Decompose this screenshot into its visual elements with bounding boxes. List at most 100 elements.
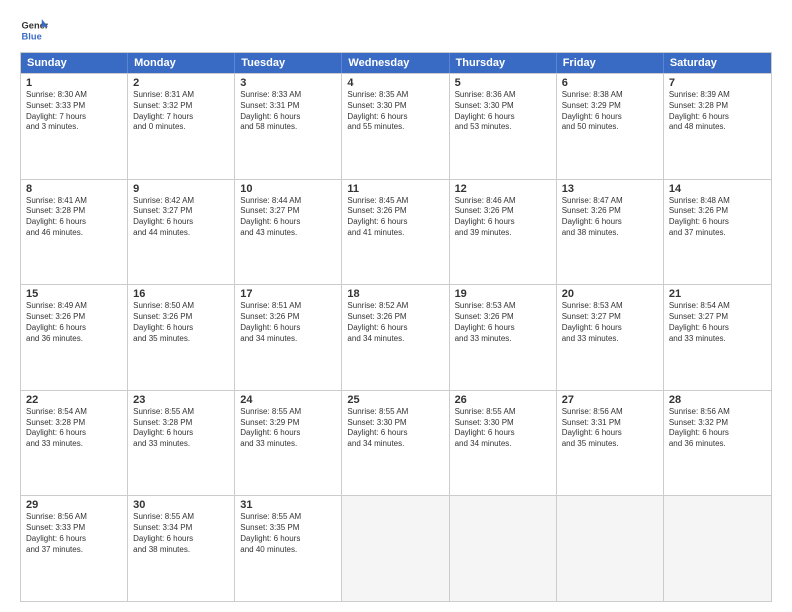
calendar-cell: 31Sunrise: 8:55 AMSunset: 3:35 PMDayligh…	[235, 496, 342, 601]
cell-line: and 37 minutes.	[26, 545, 122, 556]
cell-line: Sunrise: 8:55 AM	[455, 407, 551, 418]
cell-line: Daylight: 6 hours	[133, 323, 229, 334]
cell-line: Daylight: 6 hours	[26, 217, 122, 228]
header-day-friday: Friday	[557, 53, 664, 73]
day-number: 7	[669, 77, 766, 89]
cell-line: and 36 minutes.	[669, 439, 766, 450]
cell-line: and 40 minutes.	[240, 545, 336, 556]
cell-line: Daylight: 6 hours	[669, 217, 766, 228]
day-number: 23	[133, 394, 229, 406]
cell-line: Sunrise: 8:48 AM	[669, 196, 766, 207]
cell-line: Sunset: 3:28 PM	[133, 418, 229, 429]
calendar-cell: 30Sunrise: 8:55 AMSunset: 3:34 PMDayligh…	[128, 496, 235, 601]
header-day-saturday: Saturday	[664, 53, 771, 73]
cell-line: Sunset: 3:35 PM	[240, 523, 336, 534]
calendar-cell: 20Sunrise: 8:53 AMSunset: 3:27 PMDayligh…	[557, 285, 664, 390]
day-number: 27	[562, 394, 658, 406]
cell-line: Sunrise: 8:50 AM	[133, 301, 229, 312]
cell-line: Sunset: 3:32 PM	[669, 418, 766, 429]
cell-line: Sunset: 3:34 PM	[133, 523, 229, 534]
cell-line: Sunrise: 8:55 AM	[240, 512, 336, 523]
cell-line: Sunset: 3:26 PM	[562, 206, 658, 217]
cell-line: and 33 minutes.	[455, 334, 551, 345]
cell-line: and 34 minutes.	[347, 334, 443, 345]
cell-line: Daylight: 6 hours	[455, 217, 551, 228]
calendar-cell: 24Sunrise: 8:55 AMSunset: 3:29 PMDayligh…	[235, 391, 342, 496]
calendar-cell: 7Sunrise: 8:39 AMSunset: 3:28 PMDaylight…	[664, 74, 771, 179]
cell-line: Sunset: 3:26 PM	[240, 312, 336, 323]
day-number: 11	[347, 183, 443, 195]
cell-line: Daylight: 6 hours	[562, 323, 658, 334]
header-day-monday: Monday	[128, 53, 235, 73]
cell-line: and 3 minutes.	[26, 122, 122, 133]
cell-line: Sunset: 3:31 PM	[562, 418, 658, 429]
calendar-cell: 25Sunrise: 8:55 AMSunset: 3:30 PMDayligh…	[342, 391, 449, 496]
cell-line: Sunset: 3:30 PM	[347, 418, 443, 429]
calendar-cell: 26Sunrise: 8:55 AMSunset: 3:30 PMDayligh…	[450, 391, 557, 496]
cell-line: and 34 minutes.	[347, 439, 443, 450]
cell-line: Daylight: 7 hours	[26, 112, 122, 123]
cell-line: and 44 minutes.	[133, 228, 229, 239]
calendar-row-4: 22Sunrise: 8:54 AMSunset: 3:28 PMDayligh…	[21, 390, 771, 496]
calendar-cell: 29Sunrise: 8:56 AMSunset: 3:33 PMDayligh…	[21, 496, 128, 601]
day-number: 25	[347, 394, 443, 406]
cell-line: Daylight: 6 hours	[347, 217, 443, 228]
cell-line: Sunset: 3:26 PM	[669, 206, 766, 217]
calendar-row-3: 15Sunrise: 8:49 AMSunset: 3:26 PMDayligh…	[21, 284, 771, 390]
day-number: 8	[26, 183, 122, 195]
cell-line: and 36 minutes.	[26, 334, 122, 345]
cell-line: Daylight: 6 hours	[669, 323, 766, 334]
cell-line: Daylight: 6 hours	[26, 534, 122, 545]
day-number: 26	[455, 394, 551, 406]
cell-line: Sunset: 3:26 PM	[26, 312, 122, 323]
cell-line: Sunrise: 8:38 AM	[562, 90, 658, 101]
calendar-cell: 19Sunrise: 8:53 AMSunset: 3:26 PMDayligh…	[450, 285, 557, 390]
day-number: 28	[669, 394, 766, 406]
day-number: 16	[133, 288, 229, 300]
cell-line: Daylight: 6 hours	[26, 428, 122, 439]
cell-line: Sunrise: 8:49 AM	[26, 301, 122, 312]
cell-line: Sunrise: 8:55 AM	[133, 407, 229, 418]
cell-line: Sunrise: 8:53 AM	[562, 301, 658, 312]
cell-line: Sunrise: 8:53 AM	[455, 301, 551, 312]
cell-line: Daylight: 6 hours	[347, 428, 443, 439]
cell-line: Sunset: 3:26 PM	[347, 206, 443, 217]
page: General Blue SundayMondayTuesdayWednesda…	[0, 0, 792, 612]
cell-line: Sunset: 3:29 PM	[562, 101, 658, 112]
cell-line: Daylight: 6 hours	[240, 428, 336, 439]
header-day-thursday: Thursday	[450, 53, 557, 73]
cell-line: and 39 minutes.	[455, 228, 551, 239]
cell-line: Sunrise: 8:56 AM	[26, 512, 122, 523]
calendar-cell: 6Sunrise: 8:38 AMSunset: 3:29 PMDaylight…	[557, 74, 664, 179]
calendar-cell: 15Sunrise: 8:49 AMSunset: 3:26 PMDayligh…	[21, 285, 128, 390]
calendar: SundayMondayTuesdayWednesdayThursdayFrid…	[20, 52, 772, 602]
calendar-row-5: 29Sunrise: 8:56 AMSunset: 3:33 PMDayligh…	[21, 495, 771, 601]
day-number: 31	[240, 499, 336, 511]
day-number: 14	[669, 183, 766, 195]
calendar-cell: 1Sunrise: 8:30 AMSunset: 3:33 PMDaylight…	[21, 74, 128, 179]
calendar-cell: 2Sunrise: 8:31 AMSunset: 3:32 PMDaylight…	[128, 74, 235, 179]
cell-line: Sunset: 3:30 PM	[455, 101, 551, 112]
header-day-sunday: Sunday	[21, 53, 128, 73]
calendar-cell: 14Sunrise: 8:48 AMSunset: 3:26 PMDayligh…	[664, 180, 771, 285]
calendar-cell	[557, 496, 664, 601]
calendar-cell: 9Sunrise: 8:42 AMSunset: 3:27 PMDaylight…	[128, 180, 235, 285]
cell-line: Sunrise: 8:54 AM	[26, 407, 122, 418]
day-number: 10	[240, 183, 336, 195]
header-day-tuesday: Tuesday	[235, 53, 342, 73]
calendar-cell: 3Sunrise: 8:33 AMSunset: 3:31 PMDaylight…	[235, 74, 342, 179]
cell-line: Sunset: 3:33 PM	[26, 523, 122, 534]
logo-icon: General Blue	[20, 16, 48, 44]
calendar-cell: 16Sunrise: 8:50 AMSunset: 3:26 PMDayligh…	[128, 285, 235, 390]
cell-line: Sunrise: 8:51 AM	[240, 301, 336, 312]
cell-line: Daylight: 7 hours	[133, 112, 229, 123]
cell-line: and 33 minutes.	[240, 439, 336, 450]
cell-line: Sunrise: 8:41 AM	[26, 196, 122, 207]
cell-line: Sunset: 3:26 PM	[455, 206, 551, 217]
calendar-cell	[450, 496, 557, 601]
cell-line: Daylight: 6 hours	[669, 428, 766, 439]
day-number: 30	[133, 499, 229, 511]
cell-line: Daylight: 6 hours	[455, 428, 551, 439]
cell-line: Daylight: 6 hours	[133, 217, 229, 228]
calendar-cell: 27Sunrise: 8:56 AMSunset: 3:31 PMDayligh…	[557, 391, 664, 496]
